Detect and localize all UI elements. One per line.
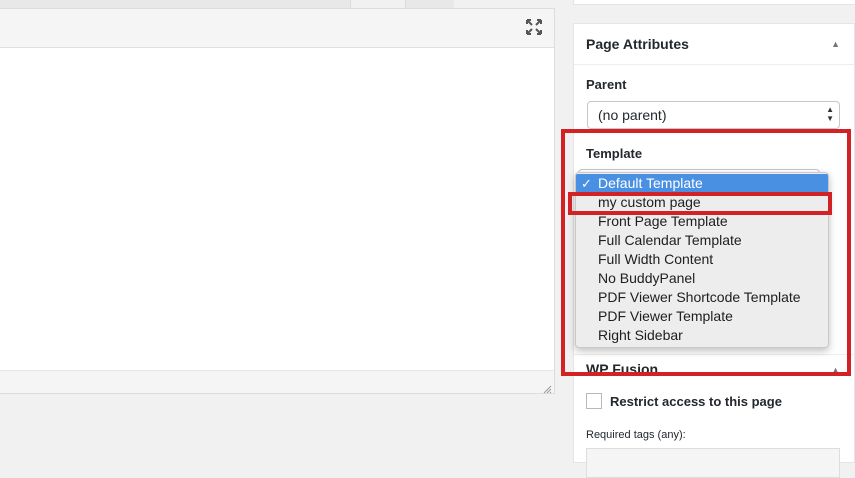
restrict-access-label[interactable]: Restrict access to this page — [610, 394, 782, 409]
template-dropdown-list[interactable]: ✓ Default Template my custom page Front … — [575, 172, 829, 348]
option-label: PDF Viewer Shortcode Template — [598, 289, 801, 305]
editor-toolbar — [0, 9, 554, 48]
required-tags-label: Required tags (any): — [586, 429, 686, 441]
checkmark-icon: ✓ — [581, 176, 592, 191]
template-label: Template — [586, 146, 643, 161]
editor-status-bar — [0, 370, 554, 394]
option-label: Default Template — [598, 175, 703, 191]
option-label: Full Width Content — [598, 251, 714, 267]
option-label: Front Page Template — [598, 213, 728, 229]
template-option-right-sidebar[interactable]: Right Sidebar — [576, 326, 828, 345]
template-option-full-calendar[interactable]: Full Calendar Template — [576, 231, 828, 250]
wp-fusion-title: WP Fusion — [586, 361, 659, 377]
page-attributes-title: Page Attributes — [586, 36, 689, 52]
option-label: Right Sidebar — [598, 327, 683, 343]
triangle-up-icon[interactable]: ▲ — [831, 39, 840, 49]
divider — [574, 354, 854, 355]
option-label: No BuddyPanel — [598, 270, 696, 286]
template-option-full-width[interactable]: Full Width Content — [576, 250, 828, 269]
required-tags-input[interactable] — [586, 448, 840, 478]
previous-meta-box — [573, 0, 855, 5]
option-label: PDF Viewer Template — [598, 308, 733, 324]
restrict-access-checkbox[interactable] — [586, 393, 602, 409]
expand-icon[interactable] — [524, 17, 544, 37]
option-label: my custom page — [598, 194, 701, 210]
triangle-up-icon[interactable]: ▲ — [831, 365, 840, 375]
template-option-pdf-shortcode[interactable]: PDF Viewer Shortcode Template — [576, 288, 828, 307]
page-attributes-heading[interactable]: Page Attributes ▲ — [574, 24, 854, 65]
parent-label: Parent — [586, 77, 627, 92]
option-label: Full Calendar Template — [598, 232, 742, 248]
template-option-front-page[interactable]: Front Page Template — [576, 212, 828, 231]
template-option-pdf-viewer[interactable]: PDF Viewer Template — [576, 307, 828, 326]
select-arrows-icon: ▲ ▼ — [826, 105, 834, 123]
resize-handle-icon[interactable] — [542, 381, 552, 394]
template-option-default[interactable]: ✓ Default Template — [576, 174, 828, 193]
template-option-my-custom-page[interactable]: my custom page — [576, 193, 828, 212]
parent-select-value: (no parent) — [598, 107, 667, 123]
template-option-no-buddypanel[interactable]: No BuddyPanel — [576, 269, 828, 288]
content-editor[interactable] — [0, 8, 555, 394]
parent-select[interactable]: (no parent) ▲ ▼ — [587, 101, 840, 129]
